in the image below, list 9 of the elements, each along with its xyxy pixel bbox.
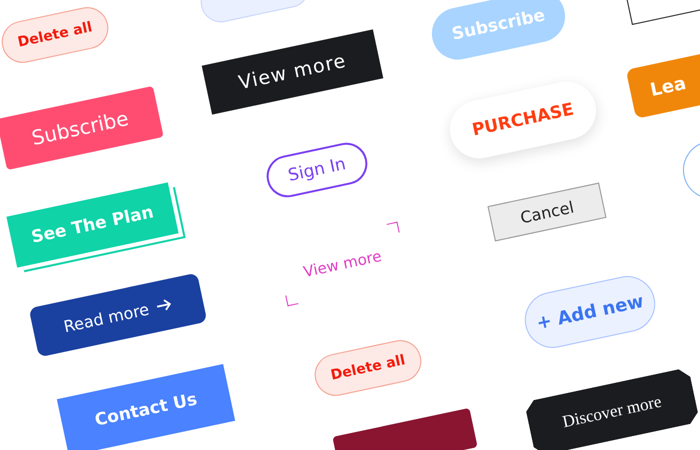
- discover-button[interactable]: Discover more: [524, 367, 700, 450]
- view-more-button[interactable]: View more: [274, 222, 410, 306]
- view-more-button[interactable]: View more: [201, 29, 383, 115]
- cancel-button[interactable]: Cancel: [488, 182, 606, 242]
- plan-button[interactable]: See The Plan: [6, 182, 178, 268]
- contact-button[interactable]: Contact Us: [56, 364, 236, 450]
- arrow-icon: [155, 298, 174, 313]
- read-more-button[interactable]: Read more: [28, 272, 208, 358]
- subscribe-button[interactable]: Subscribe: [0, 86, 164, 170]
